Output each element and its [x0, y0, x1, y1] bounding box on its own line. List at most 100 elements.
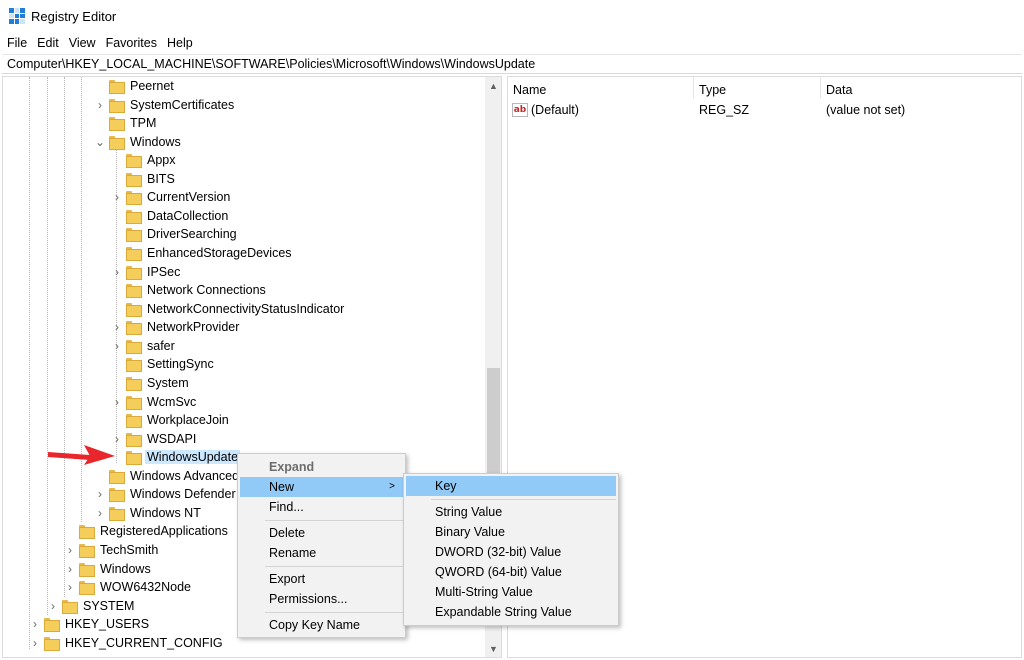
tree-item[interactable]: EnhancedStorageDevices [111, 244, 294, 262]
expander-placeholder [111, 151, 123, 169]
chevron-right-icon[interactable]: › [64, 578, 76, 596]
menu-item-expand[interactable]: Expand [240, 457, 403, 477]
chevron-right-icon[interactable]: › [29, 615, 41, 633]
scroll-up-arrow-icon[interactable]: ▲ [485, 77, 501, 94]
menu-edit[interactable]: Edit [37, 36, 59, 50]
tree-item[interactable]: › WOW6432Node [64, 578, 193, 596]
menu-item-copy-key-name[interactable]: Copy Key Name [240, 615, 403, 635]
tree-item[interactable]: Windows Advanced [94, 467, 241, 485]
menu-item-multi-string-value[interactable]: Multi-String Value [406, 582, 616, 602]
value-row-default[interactable]: ab (Default) [512, 101, 579, 119]
tree-item[interactable]: System [111, 374, 191, 392]
chevron-right-icon[interactable]: › [111, 337, 123, 355]
chevron-right-icon[interactable]: › [64, 560, 76, 578]
tree-item-label: EnhancedStorageDevices [147, 246, 292, 261]
chevron-right-icon[interactable]: › [111, 263, 123, 281]
tree-item[interactable]: › TechSmith [64, 541, 160, 559]
menu-separator [265, 612, 403, 613]
menu-item-new[interactable]: New > [240, 477, 403, 497]
tree-item-label: Appx [147, 153, 176, 168]
column-header-name[interactable]: Name [508, 81, 546, 99]
tree-item[interactable]: › HKEY_USERS [29, 615, 151, 633]
tree-item[interactable]: › SystemCertificates [94, 96, 236, 114]
submenu-arrow-icon: > [389, 481, 395, 492]
string-value-icon: ab [512, 103, 528, 117]
tree-item[interactable]: WorkplaceJoin [111, 411, 231, 429]
chevron-right-icon[interactable]: › [94, 485, 106, 503]
tree-item-label: Windows Defender [130, 487, 236, 502]
folder-icon [126, 172, 142, 187]
tree-item-label: Network Connections [147, 283, 266, 298]
context-menu: Expand New > Find... Delete Rename Export Permi… [237, 453, 406, 638]
tree-item[interactable]: SettingSync [111, 355, 216, 373]
tree-item[interactable]: ⌄ Windows [94, 133, 183, 151]
chevron-right-icon[interactable]: › [29, 634, 41, 652]
tree-item[interactable]: › Windows NT [94, 504, 203, 522]
menu-item-delete[interactable]: Delete [240, 523, 403, 543]
chevron-right-icon[interactable]: › [47, 597, 59, 615]
menu-item-dword-32-bit-value[interactable]: DWORD (32-bit) Value [406, 542, 616, 562]
menu-item-rename[interactable]: Rename [240, 543, 403, 563]
column-header-data[interactable]: Data [821, 81, 852, 99]
tree-item[interactable]: › SYSTEM [47, 597, 136, 615]
menu-item-label: Multi-String Value [435, 585, 533, 599]
tree-item[interactable]: NetworkConnectivityStatusIndicator [111, 300, 346, 318]
tree-item[interactable]: BITS [111, 170, 177, 188]
tree-item-label: SystemCertificates [130, 97, 235, 112]
menu-item-binary-value[interactable]: Binary Value [406, 522, 616, 542]
tree-item-label: WOW6432Node [100, 580, 192, 595]
tree-item-label: Windows NT [130, 505, 201, 520]
folder-icon [126, 451, 142, 466]
folder-icon [44, 618, 60, 633]
chevron-right-icon[interactable]: › [111, 318, 123, 336]
tree-item[interactable]: Network Connections [111, 281, 268, 299]
tree-item[interactable]: › Windows Defender [94, 485, 238, 503]
tree-item[interactable]: › Windows [64, 560, 153, 578]
tree-item[interactable]: › safer [111, 337, 177, 355]
tree-item[interactable]: › WcmSvc [111, 393, 198, 411]
tree-item[interactable]: DataCollection [111, 207, 230, 225]
folder-icon [126, 228, 142, 243]
menu-file[interactable]: File [7, 36, 27, 50]
chevron-right-icon[interactable]: › [94, 96, 106, 114]
menu-item-label: Expand [269, 460, 315, 474]
menu-item-expandable-string-value[interactable]: Expandable String Value [406, 602, 616, 622]
menu-favorites[interactable]: Favorites [106, 36, 157, 50]
tree-item[interactable]: › NetworkProvider [111, 318, 241, 336]
expander-placeholder [94, 467, 106, 485]
folder-icon [126, 358, 142, 373]
menu-item-label: Export [269, 572, 306, 586]
tree-item[interactable]: Appx [111, 151, 178, 169]
value-data-cell: (value not set) [826, 101, 905, 119]
folder-icon [79, 562, 95, 577]
tree-item[interactable]: TPM [94, 114, 158, 132]
chevron-right-icon[interactable]: › [64, 541, 76, 559]
tree-item[interactable]: DriverSearching [111, 225, 239, 243]
tree-item[interactable]: › WSDAPI [111, 430, 198, 448]
menu-item-string-value[interactable]: String Value [406, 502, 616, 522]
menu-help[interactable]: Help [167, 36, 193, 50]
tree-guide-line [29, 77, 30, 649]
menu-item-key[interactable]: Key [406, 476, 616, 496]
registry-editor-icon [9, 8, 25, 24]
tree-item[interactable]: › IPSec [111, 263, 182, 281]
menu-item-export[interactable]: Export [240, 569, 403, 589]
chevron-down-icon[interactable]: ⌄ [94, 133, 106, 151]
scroll-down-arrow-icon[interactable]: ▼ [485, 640, 501, 657]
tree-item[interactable]: WindowsUpdate [111, 448, 241, 466]
tree-item[interactable]: Peernet [94, 77, 176, 95]
tree-item[interactable]: › CurrentVersion [111, 188, 232, 206]
chevron-right-icon[interactable]: › [111, 393, 123, 411]
menu-view[interactable]: View [69, 36, 96, 50]
folder-icon [126, 432, 142, 447]
chevron-right-icon[interactable]: › [111, 188, 123, 206]
tree-item-label: WorkplaceJoin [147, 413, 229, 428]
tree-item[interactable]: › HKEY_CURRENT_CONFIG [29, 634, 225, 652]
chevron-right-icon[interactable]: › [94, 504, 106, 522]
column-header-type[interactable]: Type [694, 81, 726, 99]
address-bar[interactable]: Computer\HKEY_LOCAL_MACHINE\SOFTWARE\Pol… [2, 54, 1022, 74]
tree-item[interactable]: RegisteredApplications [64, 522, 230, 540]
menu-item-qword-64-bit-value[interactable]: QWORD (64-bit) Value [406, 562, 616, 582]
menu-item-permissions[interactable]: Permissions... [240, 589, 403, 609]
menu-item-find[interactable]: Find... [240, 497, 403, 517]
